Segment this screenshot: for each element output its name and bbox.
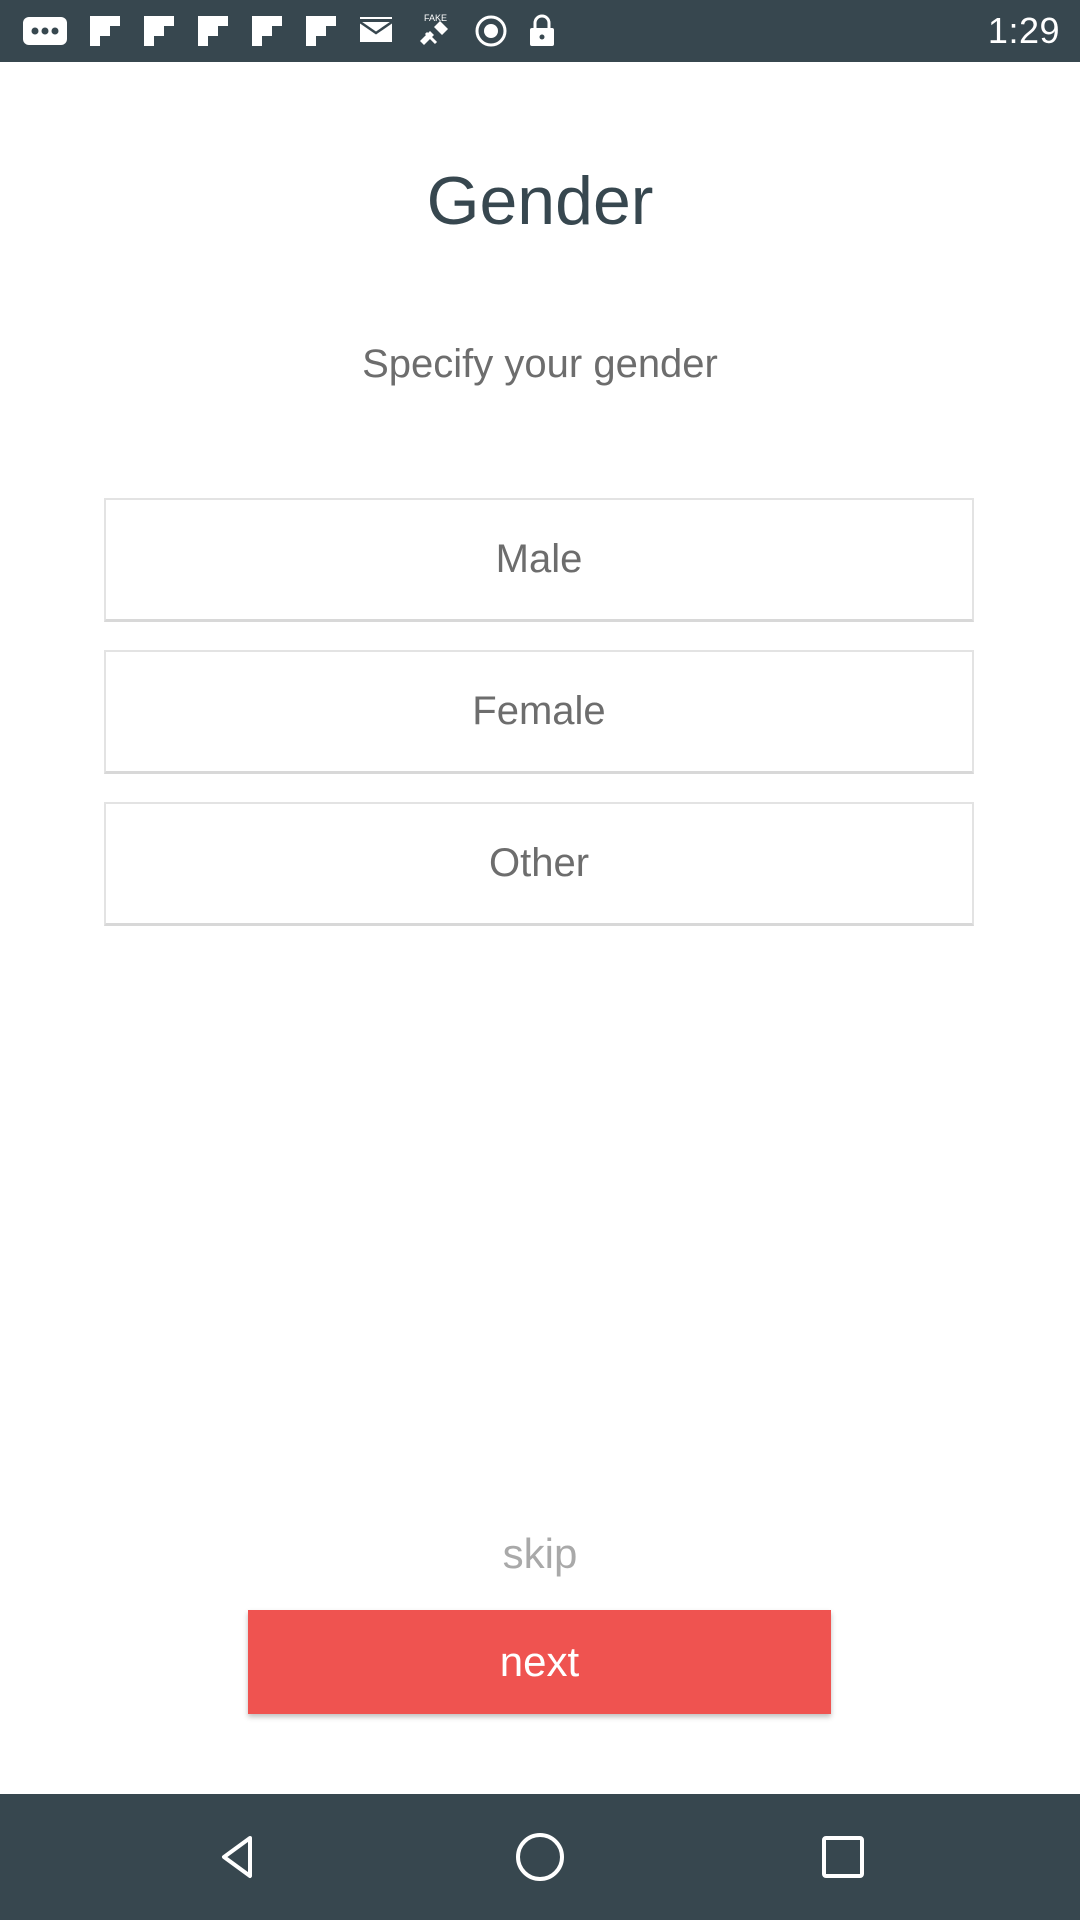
page-title: Gender	[426, 163, 654, 239]
more-notifications-icon	[22, 16, 68, 46]
status-time: 1:29	[987, 10, 1060, 51]
next-button-label: next	[499, 1638, 580, 1685]
gender-option-male[interactable]: Male	[104, 498, 974, 622]
record-icon	[474, 14, 508, 48]
skip-button[interactable]: skip	[0, 1530, 1080, 1578]
flipboard-icon	[196, 14, 230, 48]
back-icon[interactable]	[207, 1827, 267, 1887]
lock-icon	[528, 14, 556, 48]
gender-option-label: Female	[472, 689, 606, 733]
gender-option-other[interactable]: Other	[104, 802, 974, 926]
flipboard-icon	[304, 14, 338, 48]
recent-apps-icon[interactable]	[813, 1827, 873, 1887]
status-bar: FAKE 1:29	[0, 0, 1080, 62]
flipboard-icon	[250, 14, 284, 48]
fake-gps-icon: FAKE	[414, 11, 454, 51]
notification-icons: FAKE	[22, 10, 556, 52]
gender-option-female[interactable]: Female	[104, 650, 974, 774]
gender-screen: Gender Specify your gender Male Female O…	[0, 62, 1080, 1794]
mail-icon	[358, 16, 394, 46]
flipboard-icon	[142, 14, 176, 48]
home-icon[interactable]	[510, 1827, 570, 1887]
svg-text:FAKE: FAKE	[424, 13, 447, 23]
flipboard-icon	[88, 14, 122, 48]
navigation-bar	[0, 1794, 1080, 1920]
gender-option-label: Male	[495, 537, 583, 581]
next-button[interactable]: next	[248, 1610, 831, 1714]
gender-option-label: Other	[488, 841, 590, 885]
system-icons: 1:29	[988, 10, 1060, 52]
page-subtitle: Specify your gender	[362, 342, 718, 386]
